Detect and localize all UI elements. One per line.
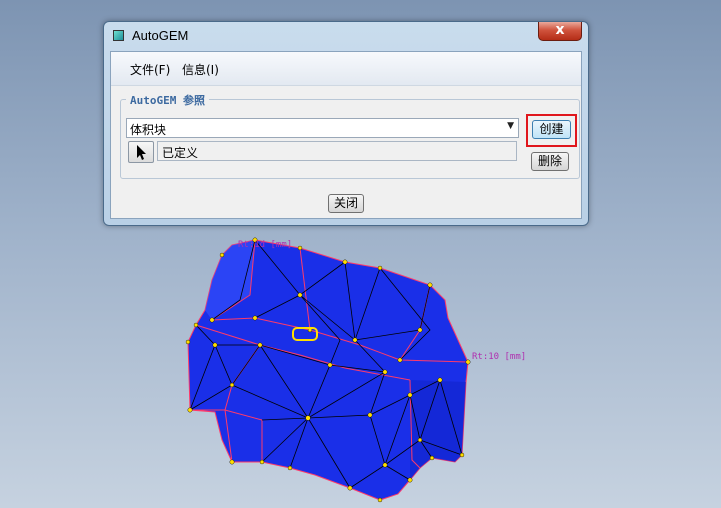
chevron-down-icon[interactable]: ▼: [507, 121, 514, 131]
delete-button[interactable]: 删除: [531, 152, 569, 171]
reference-status: 已定义: [162, 146, 199, 160]
menu-file[interactable]: 文件(F): [130, 61, 170, 78]
menu-info[interactable]: 信息(I): [182, 61, 219, 78]
dimension-label-right: Rt:10 [mm]: [472, 352, 527, 362]
title-bar[interactable]: AutoGEM x: [104, 22, 588, 50]
dimension-label-top: Rt:1d [mm]: [238, 240, 293, 250]
window-close-button[interactable]: x: [538, 22, 582, 41]
reference-status-field: 已定义: [157, 141, 517, 161]
autogem-reference-group: [120, 99, 580, 179]
pick-reference-button[interactable]: [128, 141, 154, 163]
dialog-body: 文件(F) 信息(I) AutoGEM 参照 体积块 ▼ 已定义 创建 删除 关…: [110, 51, 582, 219]
group-legend: AutoGEM 参照: [126, 92, 209, 108]
menu-bar: 文件(F) 信息(I): [111, 52, 581, 86]
close-button[interactable]: 关闭: [328, 194, 364, 213]
autogem-dialog: AutoGEM x 文件(F) 信息(I) AutoGEM 参照 体积块 ▼ 已…: [103, 21, 589, 226]
autogem-app-icon: [113, 30, 124, 41]
window-title: AutoGEM: [132, 28, 189, 43]
reference-type-select[interactable]: 体积块 ▼: [126, 118, 519, 138]
model-side-shade: [410, 380, 466, 480]
close-icon: x: [555, 22, 565, 38]
arrow-cursor-icon: [137, 145, 146, 160]
create-button[interactable]: 创建: [532, 120, 571, 139]
select-value: 体积块: [130, 123, 167, 137]
